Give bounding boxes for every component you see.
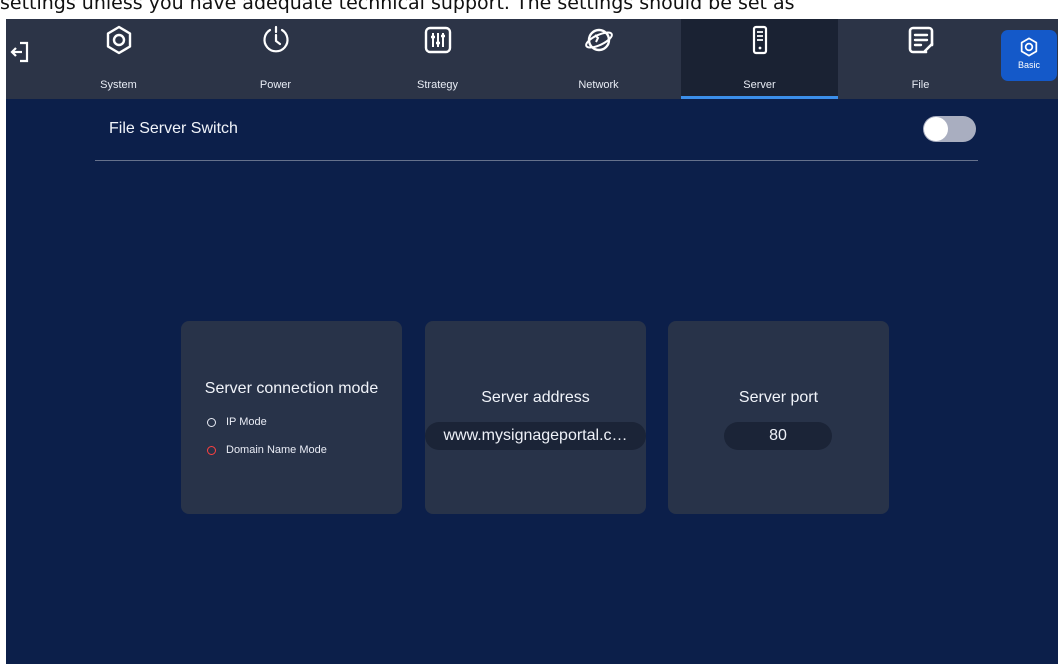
tab-power[interactable]: Power — [197, 19, 354, 99]
tab-label: System — [100, 79, 137, 91]
tab-label: Strategy — [417, 79, 458, 91]
radio-ip-mode[interactable]: IP Mode — [207, 414, 267, 430]
power-clock-icon — [262, 25, 289, 53]
server-icon — [752, 25, 767, 55]
tab-label: File — [911, 79, 930, 91]
tab-strategy[interactable]: Strategy — [359, 19, 516, 99]
radio-domain-name-mode[interactable]: Domain Name Mode — [207, 442, 327, 458]
top-nav-bar: System Power Strategy Network Server Fil… — [6, 19, 1058, 99]
server-port-card: Server port 80 — [668, 321, 889, 514]
server-address-card: Server address www.mysignageportal.c… — [425, 321, 646, 514]
file-server-switch-label: File Server Switch — [109, 120, 238, 137]
basic-button[interactable]: Basic — [1001, 30, 1057, 81]
tab-label: Server — [743, 79, 776, 91]
sliders-icon — [424, 26, 451, 54]
gear-icon — [1020, 37, 1038, 57]
server-port-field[interactable]: 80 — [724, 422, 832, 450]
tab-label: Power — [259, 79, 292, 91]
radio-label: IP Mode — [226, 416, 267, 428]
file-icon — [908, 26, 933, 54]
globe-icon — [584, 28, 613, 52]
card-title: Server address — [481, 389, 590, 406]
file-server-toggle[interactable] — [923, 116, 976, 142]
radio-label: Domain Name Mode — [226, 444, 327, 456]
radio-icon — [207, 417, 216, 427]
toggle-knob — [924, 117, 948, 141]
file-server-row: File Server Switch — [95, 99, 978, 161]
connection-mode-card: Server connection mode IP Mode Domain Na… — [181, 321, 402, 514]
gear-icon — [106, 25, 131, 55]
card-title: Server connection mode — [204, 380, 379, 397]
exit-icon[interactable] — [10, 41, 30, 63]
radio-selected-icon — [207, 445, 216, 455]
document-text: settings unless you have adequate techni… — [0, 0, 795, 13]
tab-label: Network — [578, 79, 619, 91]
basic-button-label: Basic — [1017, 60, 1040, 70]
tab-file[interactable]: File — [842, 19, 999, 99]
card-title: Server port — [738, 389, 819, 406]
tab-server[interactable]: Server — [681, 19, 838, 99]
settings-screen: System Power Strategy Network Server Fil… — [6, 19, 1058, 664]
server-address-field[interactable]: www.mysignageportal.c… — [425, 422, 646, 450]
tab-system[interactable]: System — [40, 19, 197, 99]
tab-network[interactable]: Network — [520, 19, 677, 99]
